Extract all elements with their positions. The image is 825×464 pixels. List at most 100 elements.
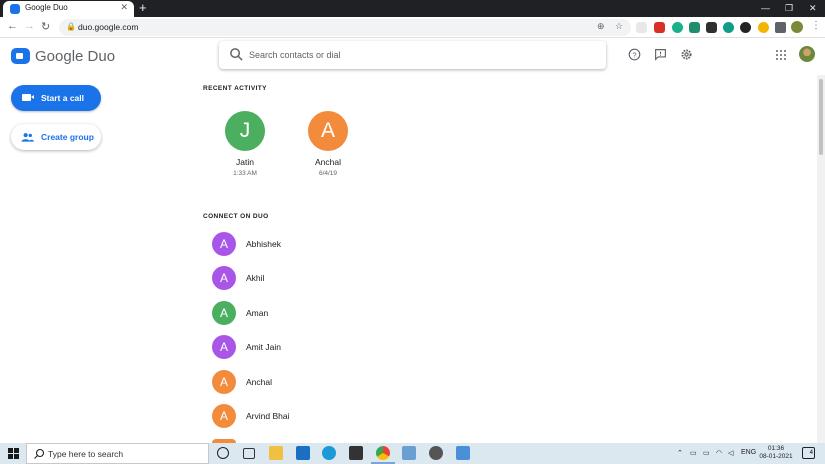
language-indicator[interactable]: ENG [741,449,756,456]
duo-favicon-icon [10,4,20,14]
mail-icon[interactable] [296,446,310,460]
contact-avatar: A [212,300,236,325]
add-icon[interactable]: ⊕ [597,21,605,32]
contact-name: Abhishek [246,239,281,249]
windows-start-icon[interactable] [8,448,19,459]
contact-avatar: A [212,266,236,291]
contact-list-item[interactable]: A Akhil [212,266,412,291]
extension-icon[interactable] [636,22,647,33]
minimize-icon[interactable]: — [761,3,770,13]
search-icon [230,48,243,61]
contact-list-item[interactable]: A Amit Jain [212,335,412,360]
start-call-button[interactable]: Start a call [11,85,101,111]
settings-gear-icon[interactable] [680,48,693,61]
extension-icon[interactable] [723,22,734,33]
search-icon [34,448,45,459]
new-tab-button[interactable]: + [139,1,147,15]
contact-avatar: A [308,111,348,151]
settings-gear-icon[interactable] [429,446,443,460]
contact-avatar: A [212,369,236,394]
group-icon [21,133,34,142]
contact-list-item[interactable]: A Anchal [212,369,412,394]
volume-icon[interactable]: ◁ [728,449,733,457]
battery-icon[interactable]: ▭ [703,449,710,457]
video-camera-icon [22,94,34,101]
start-call-label: Start a call [41,93,84,103]
search-bar[interactable] [219,41,606,69]
recent-contact[interactable]: J Jatin 1:33 AM [215,111,275,177]
contact-name: Anchal [315,157,341,167]
duo-logo-icon [11,48,30,64]
help-icon[interactable]: ? [628,48,641,61]
contact-name: Arvind Bhai [246,411,290,421]
app-icon[interactable] [456,446,470,460]
extension-icon[interactable] [758,22,769,33]
recent-activity-heading: RECENT ACTIVITY [203,85,267,92]
restore-icon[interactable]: ❐ [785,3,793,14]
windows-taskbar: Type here to search ⌃ ▭ ▭ ◠ ◁ ENG 01:36 … [0,443,825,464]
close-window-icon[interactable]: ✕ [809,3,817,14]
contact-avatar-partial [212,439,236,443]
contact-avatar: A [212,335,236,360]
profile-avatar[interactable] [791,21,803,33]
clock-date: 08-01-2021 [759,453,793,460]
extension-icon[interactable] [654,22,665,33]
extension-icon[interactable] [689,22,700,33]
network-icon[interactable]: ▭ [690,449,697,457]
recent-contact[interactable]: A Anchal 6/4/19 [298,111,358,177]
contact-list-item[interactable]: A Abhishek [212,232,412,256]
account-avatar[interactable] [799,46,815,62]
browser-menu-icon[interactable]: ⋮ [811,20,821,31]
bookmark-star-icon[interactable]: ☆ [615,21,623,32]
chrome-icon[interactable] [376,446,390,460]
contact-avatar: A [212,232,236,256]
taskbar-search-box[interactable]: Type here to search [26,443,209,464]
back-icon[interactable]: ← [7,20,18,32]
extension-icon[interactable] [672,22,683,33]
browser-tab-strip: Google Duo ✕ + — ❐ ✕ [0,0,825,17]
app-name: Google Duo [35,48,116,65]
extension-icon[interactable] [740,22,751,33]
taskbar-clock[interactable]: 01:36 08-01-2021 [758,445,794,461]
connect-on-duo-heading: CONNECT ON DUO [203,213,269,220]
contact-name: Amit Jain [246,342,281,353]
browser-tab[interactable]: Google Duo ✕ [3,1,134,17]
tab-title: Google Duo [25,3,68,12]
taskbar-search-placeholder: Type here to search [48,449,124,459]
forward-icon[interactable]: → [24,20,35,32]
contact-name: Aman [246,307,269,318]
contact-list-item[interactable]: A Arvind Bhai [212,404,412,428]
search-input[interactable] [249,46,589,64]
close-tab-icon[interactable]: ✕ [120,2,128,13]
clock-time: 01:36 [767,445,785,452]
contact-list-item[interactable]: A Aman [212,300,412,325]
file-explorer-icon[interactable] [269,446,283,460]
scrollbar-thumb[interactable] [819,79,823,155]
page-scrollbar[interactable] [817,75,825,443]
address-bar[interactable]: 🔒 duo.google.com ⊕ ☆ [59,19,631,36]
extension-icon[interactable] [706,22,717,33]
call-timestamp: 1:33 AM [233,170,257,177]
cortana-icon[interactable] [217,447,229,459]
edge-icon[interactable] [322,446,336,460]
feedback-icon[interactable] [654,48,667,61]
create-group-button[interactable]: Create group [11,124,101,150]
contact-avatar: A [212,404,236,428]
apps-grid-icon[interactable] [776,50,786,60]
url-text: duo.google.com [78,22,139,32]
call-timestamp: 6/4/19 [318,170,338,177]
contact-name: Anchal [246,376,272,387]
contact-name: Akhil [246,273,265,284]
notification-center-icon[interactable]: 4 [802,447,815,459]
store-icon[interactable] [349,446,363,460]
reload-icon[interactable]: ↻ [41,20,50,33]
app-icon[interactable] [402,446,416,460]
task-view-icon[interactable] [243,448,255,459]
create-group-label: Create group [41,132,94,142]
wifi-icon[interactable]: ◠ [716,449,722,457]
tray-chevron-icon[interactable]: ⌃ [677,449,683,457]
contact-name: Jatin [236,157,254,167]
puzzle-icon[interactable] [775,22,786,33]
contact-avatar: J [225,111,265,151]
lock-icon: 🔒 [66,22,76,31]
